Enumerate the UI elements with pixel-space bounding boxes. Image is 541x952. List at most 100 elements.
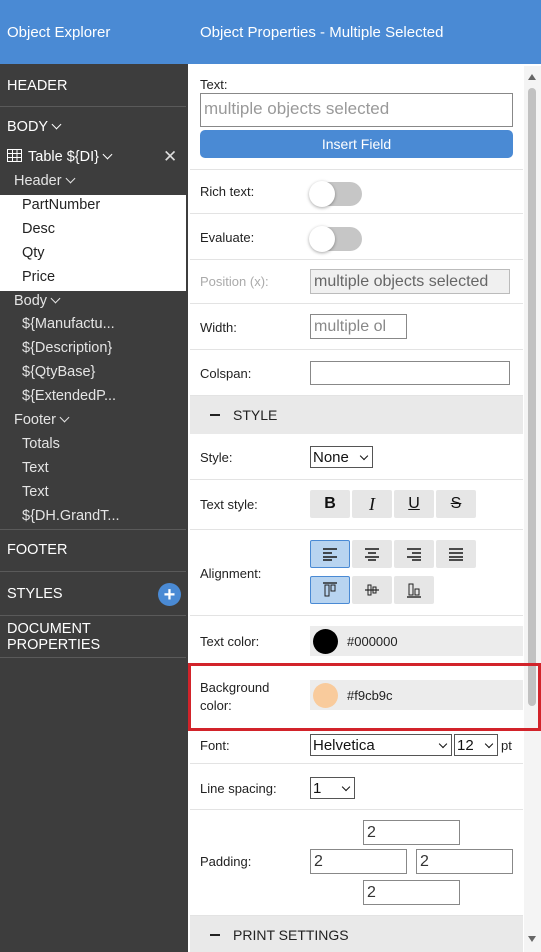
tree-header-group-label: Header <box>14 173 62 189</box>
section-document-properties[interactable]: DOCUMENT PROPERTIES <box>0 616 186 658</box>
position-label: Position (x): <box>200 274 269 289</box>
valign-middle-icon <box>365 584 379 596</box>
chevron-down-icon <box>484 739 494 748</box>
align-left-button[interactable] <box>310 540 350 568</box>
valign-top-button[interactable] <box>310 576 350 604</box>
valign-bottom-button[interactable] <box>394 576 434 604</box>
color-swatch <box>313 628 338 654</box>
font-unit-label: pt <box>501 738 512 753</box>
tree-header-group[interactable]: Header <box>14 173 76 189</box>
tree-item[interactable]: Text <box>22 484 49 500</box>
table-node[interactable]: Table ${DI} <box>7 149 113 165</box>
evaluate-toggle[interactable] <box>309 226 362 252</box>
align-left-icon <box>323 548 337 561</box>
bold-button[interactable]: B <box>310 490 350 518</box>
toggle-knob <box>309 226 335 252</box>
strikethrough-button[interactable]: S <box>436 490 476 518</box>
italic-button[interactable]: I <box>352 490 392 518</box>
tree-item[interactable]: ${Manufactu... <box>22 316 115 332</box>
style-section-label: STYLE <box>233 407 278 423</box>
text-color-picker[interactable]: #000000 <box>310 626 523 656</box>
width-input[interactable]: multiple ol <box>310 314 407 339</box>
print-settings-section-header[interactable]: PRINT SETTINGS <box>190 916 523 952</box>
text-placeholder: multiple objects selected <box>204 99 390 118</box>
insert-field-button[interactable]: Insert Field <box>200 130 513 158</box>
tree-item[interactable]: Totals <box>22 436 60 452</box>
text-color-label: Text color: <box>200 634 260 649</box>
add-style-icon[interactable]: + <box>158 583 181 606</box>
tree-item[interactable]: Desc <box>22 221 55 237</box>
close-icon[interactable]: ✕ <box>163 147 177 167</box>
scroll-up-icon[interactable] <box>528 74 536 80</box>
section-body-label: BODY <box>7 119 49 135</box>
align-justify-button[interactable] <box>436 540 476 568</box>
underline-button[interactable]: U <box>394 490 434 518</box>
tree-body-group-label: Body <box>14 293 48 309</box>
alignment-label: Alignment: <box>200 566 262 581</box>
style-select[interactable]: None <box>310 446 373 468</box>
line-spacing-select[interactable]: 1 <box>310 777 355 799</box>
minus-icon <box>210 414 220 416</box>
align-center-button[interactable] <box>352 540 392 568</box>
minus-icon <box>210 934 220 936</box>
section-body[interactable]: BODY <box>0 107 186 147</box>
divider <box>0 657 186 658</box>
table-icon <box>7 149 22 162</box>
section-header[interactable]: HEADER <box>0 66 186 106</box>
text-color-value: #000000 <box>347 633 398 649</box>
font-size-value: 12 <box>457 736 474 754</box>
properties-scrollbar[interactable] <box>524 66 541 952</box>
chevron-down-icon <box>51 119 62 129</box>
rich-text-label: Rich text: <box>200 184 255 199</box>
padding-right-input[interactable]: 2 <box>416 849 513 874</box>
print-settings-section-label: PRINT SETTINGS <box>233 927 349 943</box>
position-input: multiple objects selected <box>310 269 510 294</box>
section-header-label: HEADER <box>7 78 68 94</box>
width-label: Width: <box>200 320 237 335</box>
padding-top-input[interactable]: 2 <box>363 820 460 845</box>
tree-item[interactable]: Price <box>22 269 55 285</box>
padding-left-input[interactable]: 2 <box>310 849 407 874</box>
tree-item[interactable]: Text <box>22 460 49 476</box>
text-textarea[interactable]: multiple objects selected <box>200 93 513 127</box>
line-spacing-value: 1 <box>313 779 322 797</box>
tree-item[interactable]: ${DH.GrandT... <box>22 508 120 524</box>
text-label: Text: <box>200 77 228 92</box>
tree-footer-group[interactable]: Footer <box>14 412 70 428</box>
chevron-down-icon <box>102 149 113 160</box>
chevron-down-icon <box>59 412 70 423</box>
valign-middle-button[interactable] <box>352 576 392 604</box>
colspan-input[interactable] <box>310 361 510 385</box>
font-family-select[interactable]: Helvetica <box>310 734 452 756</box>
section-document-properties-label: DOCUMENT PROPERTIES <box>7 621 101 653</box>
highlight-box <box>188 663 541 731</box>
tree-item[interactable]: ${QtyBase} <box>22 364 95 380</box>
scroll-down-icon[interactable] <box>528 936 536 942</box>
tree-body-group[interactable]: Body <box>14 293 61 309</box>
padding-bottom-input[interactable]: 2 <box>363 880 460 905</box>
line-spacing-label: Line spacing: <box>200 781 277 796</box>
chevron-down-icon <box>438 739 448 748</box>
text-style-label: Text style: <box>200 497 258 512</box>
chevron-down-icon <box>359 451 369 460</box>
padding-label: Padding: <box>200 854 252 869</box>
font-label: Font: <box>200 738 230 753</box>
tree-item[interactable]: ${ExtendedP... <box>22 388 116 404</box>
align-right-button[interactable] <box>394 540 434 568</box>
object-explorer-panel: Object Explorer HEADER BODY Table ${DI} … <box>0 0 188 952</box>
explorer-title: Object Explorer <box>0 0 188 64</box>
scrollbar-thumb[interactable] <box>528 88 536 706</box>
chevron-down-icon <box>50 293 61 304</box>
style-label: Style: <box>200 450 233 465</box>
evaluate-label: Evaluate: <box>200 230 255 245</box>
style-section-header[interactable]: STYLE <box>190 396 523 434</box>
tree-item[interactable]: Qty <box>22 245 45 261</box>
rich-text-toggle[interactable] <box>309 181 362 207</box>
toggle-knob <box>309 181 335 207</box>
section-footer-label: FOOTER <box>7 542 68 558</box>
valign-bottom-icon <box>407 583 421 598</box>
tree-item[interactable]: PartNumber <box>22 197 100 213</box>
tree-item[interactable]: ${Description} <box>22 340 112 356</box>
section-footer[interactable]: FOOTER <box>0 530 186 570</box>
font-size-select[interactable]: 12 <box>454 734 498 756</box>
